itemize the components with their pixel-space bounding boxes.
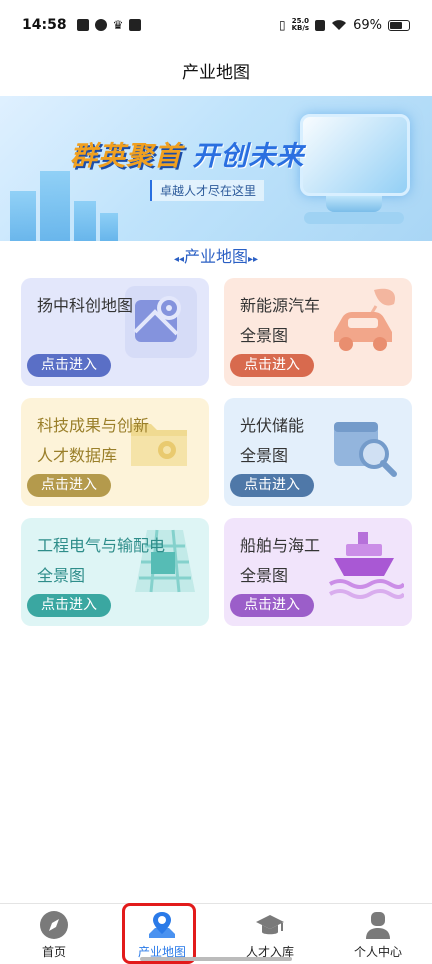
- monitor-stand-illustration: [326, 196, 382, 212]
- card-photovoltaic-storage[interactable]: 光伏储能 全景图 点击进入: [224, 398, 412, 506]
- building-illustration: [40, 171, 70, 241]
- enter-button[interactable]: 点击进入: [27, 474, 111, 497]
- banner-headline: 群英聚首 开创未来: [70, 134, 304, 173]
- card-title-line2: 全景图: [37, 566, 86, 585]
- building-illustration: [100, 213, 118, 241]
- banner[interactable]: 群英聚首 开创未来 卓越人才尽在这里: [0, 96, 432, 241]
- card-tech-achievements[interactable]: 科技成果与创新 人才数据库 点击进入: [21, 398, 209, 506]
- battery-percent: 69%: [353, 17, 382, 33]
- card-kechuang-map[interactable]: 扬中科创地图 点击进入: [21, 278, 209, 386]
- building-illustration: [74, 201, 96, 241]
- card-title-line1: 新能源汽车: [240, 296, 321, 315]
- card-new-energy-vehicle[interactable]: 新能源汽车 全景图 点击进入: [224, 278, 412, 386]
- monitor-base-illustration: [304, 212, 404, 224]
- selection-highlight-box: [122, 903, 196, 964]
- nav-personal-center[interactable]: 个人中心: [324, 904, 432, 964]
- enter-button[interactable]: 点击进入: [27, 594, 111, 617]
- ship-icon: [328, 532, 404, 599]
- status-bar: 14:58 ♛ ▯ 25.0 KB/s 69%: [0, 0, 432, 50]
- section-right-arrow-icon: ▸▸: [248, 254, 259, 265]
- compass-icon: [40, 911, 68, 939]
- crown-app-icon: ♛: [112, 18, 124, 32]
- nav-talent-entry[interactable]: 人才入库: [216, 904, 324, 964]
- home-indicator[interactable]: [140, 957, 292, 961]
- sync-app-icon: [94, 19, 107, 31]
- card-title-line2: 全景图: [240, 566, 289, 585]
- status-left: 14:58 ♛: [22, 17, 142, 33]
- section-left-arrow-icon: ◂◂: [173, 254, 184, 265]
- card-title-line1: 科技成果与创新: [37, 416, 150, 435]
- card-shipbuilding-marine[interactable]: 船舶与海工 全景图 点击进入: [224, 518, 412, 626]
- message-app-icon: [129, 19, 142, 31]
- nav-label: 首页: [41, 945, 66, 959]
- banner-subtitle: 卓越人才尽在这里: [150, 180, 265, 201]
- section-title: ◂◂产业地图▸▸: [0, 243, 432, 267]
- enter-button[interactable]: 点击进入: [230, 474, 314, 497]
- network-speed: 25.0 KB/s: [292, 18, 309, 32]
- page-title: 产业地图: [182, 63, 250, 83]
- card-title-line2: 全景图: [240, 326, 289, 345]
- nav-label: 个人中心: [353, 945, 402, 959]
- car-icon: [334, 288, 396, 351]
- vibrate-icon: ▯: [279, 18, 286, 32]
- card-electrical-engineering[interactable]: 工程电气与输配电 全景图 点击进入: [21, 518, 209, 626]
- nav-home[interactable]: 首页: [0, 904, 108, 964]
- building-illustration: [10, 191, 36, 241]
- enter-button[interactable]: 点击进入: [230, 594, 314, 617]
- no-sim-icon: [315, 19, 326, 31]
- card-title-line2: 全景图: [240, 446, 289, 465]
- card-title-line1: 船舶与海工: [240, 536, 321, 555]
- status-time: 14:58: [22, 17, 67, 33]
- graduation-cap-icon: [256, 915, 284, 935]
- status-right: ▯ 25.0 KB/s 69%: [279, 18, 410, 33]
- banner-headline-part1: 群英聚首: [70, 141, 182, 172]
- wifi-icon: [332, 20, 347, 30]
- card-title-line1: 工程电气与输配电: [37, 536, 166, 555]
- enter-button[interactable]: 点击进入: [230, 354, 314, 377]
- section-title-text: 产业地图: [183, 247, 248, 266]
- network-speed-unit: KB/s: [291, 24, 310, 32]
- banner-headline-part2: 开创未来: [192, 141, 305, 172]
- bottom-nav: 首页 产业地图 人才入库 个人中心: [0, 903, 432, 964]
- battery-icon: [388, 19, 410, 31]
- card-title-line1: 扬中科创地图: [37, 296, 134, 315]
- monitor-illustration: [300, 114, 410, 196]
- person-icon: [366, 912, 390, 939]
- media-app-icon: [76, 19, 89, 31]
- card-title-line1: 光伏储能: [240, 416, 305, 435]
- card-title-line2: 人才数据库: [37, 446, 118, 465]
- box-search-icon: [334, 422, 397, 477]
- enter-button[interactable]: 点击进入: [27, 354, 111, 377]
